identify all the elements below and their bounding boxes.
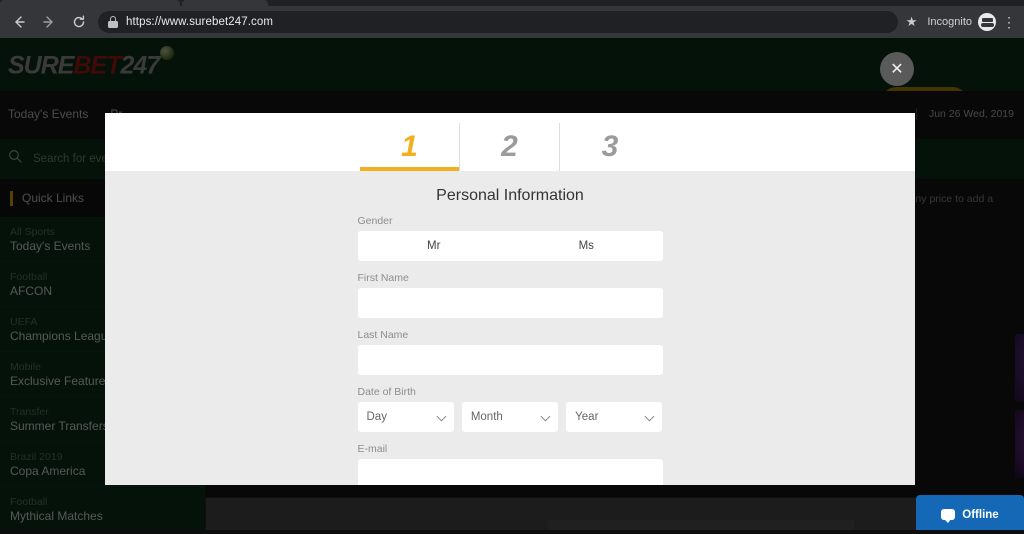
last-name-label: Last Name: [357, 329, 409, 341]
date-of-birth-field: Date of Birth Day Month Year: [357, 386, 663, 432]
email-field: E-mail: [357, 443, 663, 485]
year-select-wrap: Year: [566, 402, 663, 432]
chat-widget[interactable]: Offline: [916, 495, 1024, 534]
date-of-birth-row: Day Month Year: [357, 402, 663, 432]
day-select[interactable]: Day: [357, 402, 454, 432]
gender-option-mr[interactable]: Mr: [357, 231, 510, 261]
browser-toolbar: https://www.surebet247.com ★ Incognito ⋮: [0, 6, 1024, 38]
incognito-label: Incognito: [927, 16, 972, 28]
chat-status-label: Offline: [962, 508, 999, 521]
day-select-wrap: Day: [357, 402, 454, 432]
registration-modal: 1 2 3 Personal Information Gender Mr Ms …: [105, 113, 915, 485]
url-text: https://www.surebet247.com: [126, 16, 274, 28]
first-name-field: First Name: [357, 272, 663, 318]
year-select[interactable]: Year: [566, 402, 663, 432]
browser-menu-icon[interactable]: ⋮: [1002, 15, 1016, 29]
reload-icon[interactable]: [66, 9, 92, 35]
back-arrow-icon[interactable]: [6, 9, 32, 35]
first-name-input[interactable]: [357, 288, 663, 318]
forward-arrow-icon[interactable]: [36, 9, 62, 35]
last-name-field: Last Name: [357, 329, 663, 375]
gender-option-ms[interactable]: Ms: [510, 231, 663, 261]
step-3[interactable]: 3: [560, 123, 660, 171]
date-of-birth-label: Date of Birth: [357, 386, 416, 398]
chat-bubble-icon: [941, 509, 956, 523]
last-name-input[interactable]: [357, 345, 663, 375]
first-name-label: First Name: [357, 272, 409, 284]
month-select[interactable]: Month: [461, 402, 559, 432]
gender-toggle: Mr Ms: [357, 231, 663, 261]
bookmark-star-icon[interactable]: ★: [906, 14, 918, 30]
modal-title: Personal Information: [436, 187, 584, 204]
address-bar[interactable]: https://www.surebet247.com: [98, 11, 898, 33]
month-select-wrap: Month: [461, 402, 559, 432]
registration-form: Gender Mr Ms First Name Last Name Date o…: [357, 215, 663, 485]
incognito-indicator[interactable]: Incognito: [927, 13, 996, 31]
step-2[interactable]: 2: [460, 123, 560, 171]
email-label: E-mail: [357, 443, 388, 455]
gender-field: Gender Mr Ms: [357, 215, 663, 261]
incognito-icon: [978, 13, 996, 31]
email-input[interactable]: [357, 459, 663, 485]
screen: https://www.surebet247.com ★ Incognito ⋮…: [0, 0, 1024, 534]
gender-label: Gender: [357, 215, 393, 227]
close-icon[interactable]: ✕: [880, 52, 914, 86]
taskbar: [0, 530, 1024, 534]
step-1[interactable]: 1: [360, 123, 460, 171]
lock-icon: [108, 16, 118, 28]
step-indicator: 1 2 3: [105, 113, 915, 171]
